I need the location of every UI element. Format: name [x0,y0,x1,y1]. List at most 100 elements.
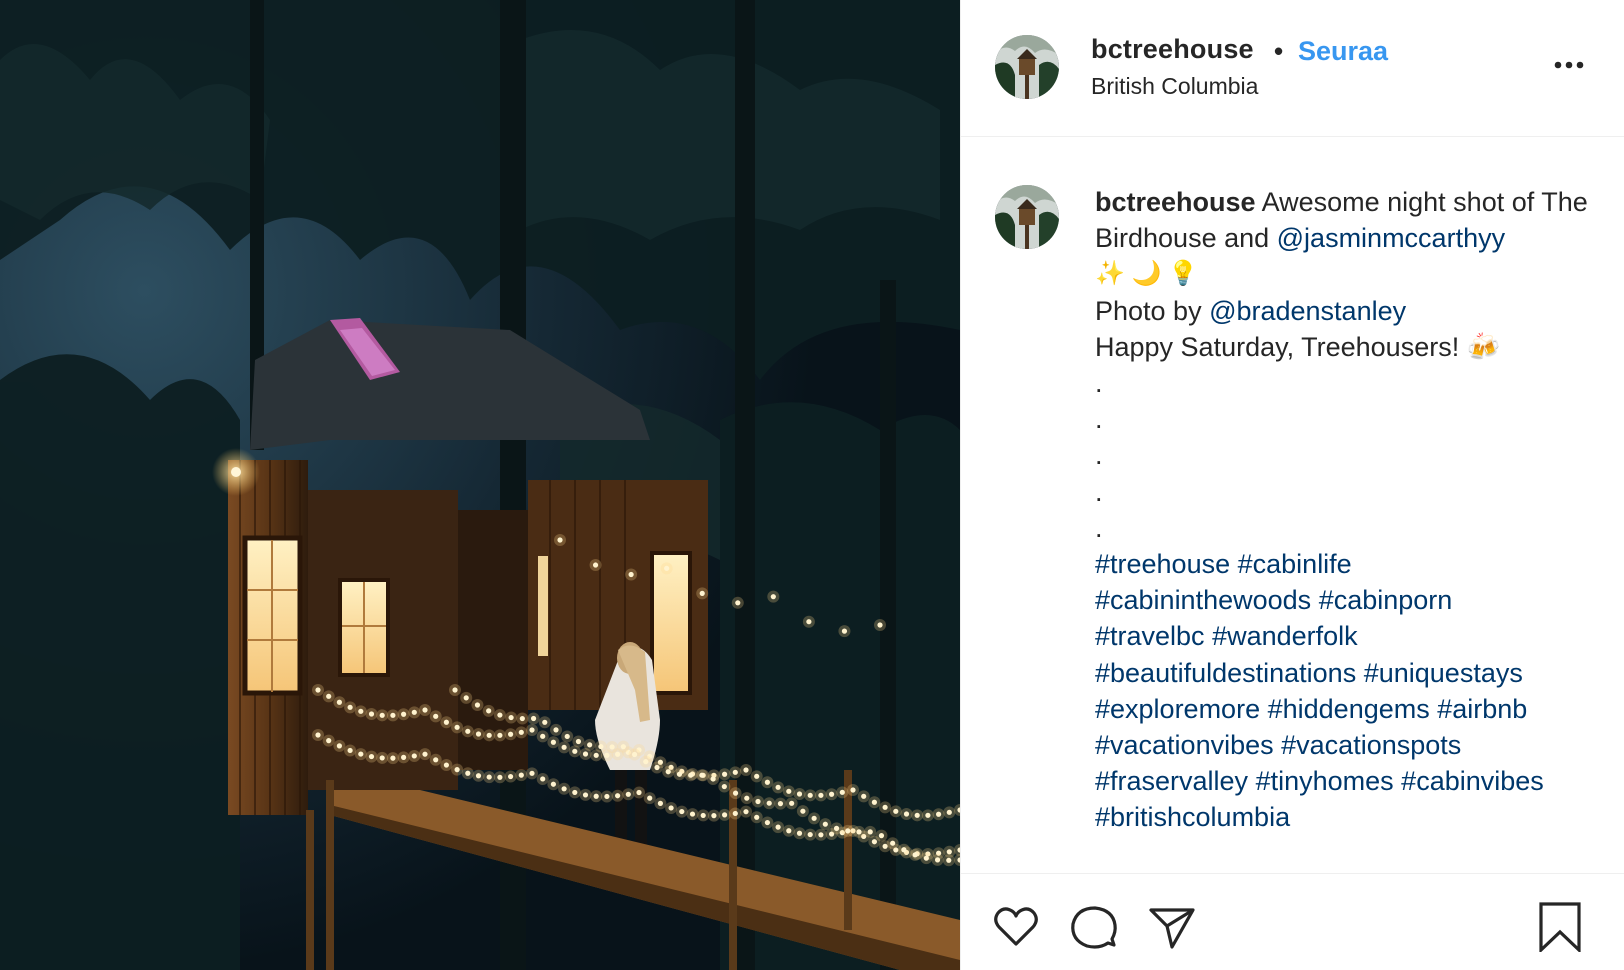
instagram-post: bctreehouse • Seuraa British Columbia bc… [0,0,1624,970]
light-bulb [775,784,781,790]
mention-link[interactable]: @bradenstanley [1209,296,1406,326]
light-bulb [529,770,535,776]
light-bulb [800,808,806,814]
light-bulb [540,733,546,739]
light-bulb [379,755,385,761]
hashtag-line: #fraservalley #tinyhomes #cabinvibes [1095,763,1605,799]
hashtag-link[interactable]: #cabinlife [1238,549,1352,579]
light-bulb [454,767,460,773]
photo-credit-line: Photo by @bradenstanley [1095,293,1605,329]
light-bulb [454,724,460,730]
light-bulb [542,719,548,725]
caption-text: bctreehouse Awesome night shot of The Bi… [1095,184,1605,836]
light-bulb [497,732,503,738]
light-bulb [845,828,851,834]
light-bulb [786,788,792,794]
light-bulb [743,809,749,815]
light-bulb [893,808,899,814]
light-bulb [796,791,803,797]
caption-dot: . [1095,440,1103,471]
hashtag-link[interactable]: #britishcolumbia [1095,802,1290,832]
light-bulb [770,594,776,600]
light-bulb [475,773,482,779]
light-bulb [628,571,634,578]
light-bulb [878,833,885,839]
light-bulb [668,805,674,811]
avatar[interactable] [995,35,1059,99]
light-bulb [518,729,524,735]
follow-button[interactable]: Seuraa [1298,36,1388,67]
save-button[interactable] [1535,902,1585,952]
hashtag-link[interactable]: #cabinvibes [1401,766,1544,796]
hashtag-link[interactable]: #wanderfolk [1212,621,1358,651]
light-bulb [519,715,525,722]
light-bulb [474,702,481,708]
light-bulb [732,790,739,796]
post-photo[interactable] [0,0,960,970]
light-bulb [572,789,578,796]
hashtag-link[interactable]: #airbnb [1437,694,1527,724]
caption-emoji-line: ✨ 🌙 💡 [1095,260,1198,288]
light-bulb [777,801,784,807]
light-bulb [861,793,867,799]
caption-avatar[interactable] [995,185,1059,249]
share-icon [1149,908,1195,949]
light-bulb [497,774,503,780]
caption-dot: . [1095,476,1103,507]
hashtag-link[interactable]: #fraservalley [1095,766,1248,796]
light-bulb [486,708,492,714]
more-options-icon [1554,61,1584,69]
light-bulb [604,752,610,758]
light-bulb [890,840,896,846]
header-username[interactable]: bctreehouse [1091,34,1254,65]
light-bulb [463,695,469,701]
light-bulb [946,809,952,815]
hashtag-link[interactable]: #vacationspots [1281,730,1461,760]
hashtag-link[interactable]: #hiddengems [1268,694,1430,724]
hashtag-link[interactable]: #cabininthewoods [1095,585,1311,615]
light-bulb [529,727,535,733]
hashtag-link[interactable]: #beautifuldestinations [1095,658,1356,688]
light-bulb [486,732,492,738]
light-bulb [390,755,396,761]
hashtag-link[interactable]: #tinyhomes [1256,766,1394,796]
share-button[interactable] [1147,902,1197,952]
hashtag-line: #beautifuldestinations #uniquestays [1095,655,1605,691]
hashtag-link[interactable]: #treehouse [1095,549,1230,579]
hashtag-link[interactable]: #exploremore [1095,694,1260,724]
caption-username[interactable]: bctreehouse [1095,187,1256,217]
location-link[interactable]: British Columbia [1091,73,1258,100]
light-bulb [665,769,671,775]
light-bulb [946,857,952,863]
light-bulb [572,748,578,754]
hashtag-link[interactable]: #vacationvibes [1095,730,1274,760]
hashtag-link[interactable]: #cabinporn [1319,585,1453,615]
light-bulb [411,709,417,715]
light-bulb [710,776,716,782]
light-bulb [786,828,792,834]
light-bulb [688,772,694,778]
more-options-button[interactable] [1551,50,1591,80]
hashtag-line: #treehouse #cabinlife [1095,546,1605,582]
light-bulb [475,731,482,737]
light-bulb [806,619,812,625]
mention-link[interactable]: @jasminmccarthyy [1277,223,1505,253]
comment-button[interactable] [1069,902,1119,952]
like-button[interactable] [991,902,1041,952]
light-bulb [615,793,621,799]
light-bulb [390,712,396,718]
light-bulb [358,708,364,714]
light-bulb [923,855,929,861]
light-bulb [347,747,353,754]
caption-dot: . [1095,368,1103,399]
light-bulb [465,728,471,734]
hashtag-link[interactable]: #travelbc [1095,621,1205,651]
light-bulb [582,792,589,798]
light-bulb [912,852,918,858]
light-bulb [856,829,862,835]
light-bulb [699,772,705,778]
light-bulb [625,791,631,797]
light-bulb [925,812,931,818]
hashtag-link[interactable]: #uniquestays [1364,658,1523,688]
light-bulb [766,800,772,806]
